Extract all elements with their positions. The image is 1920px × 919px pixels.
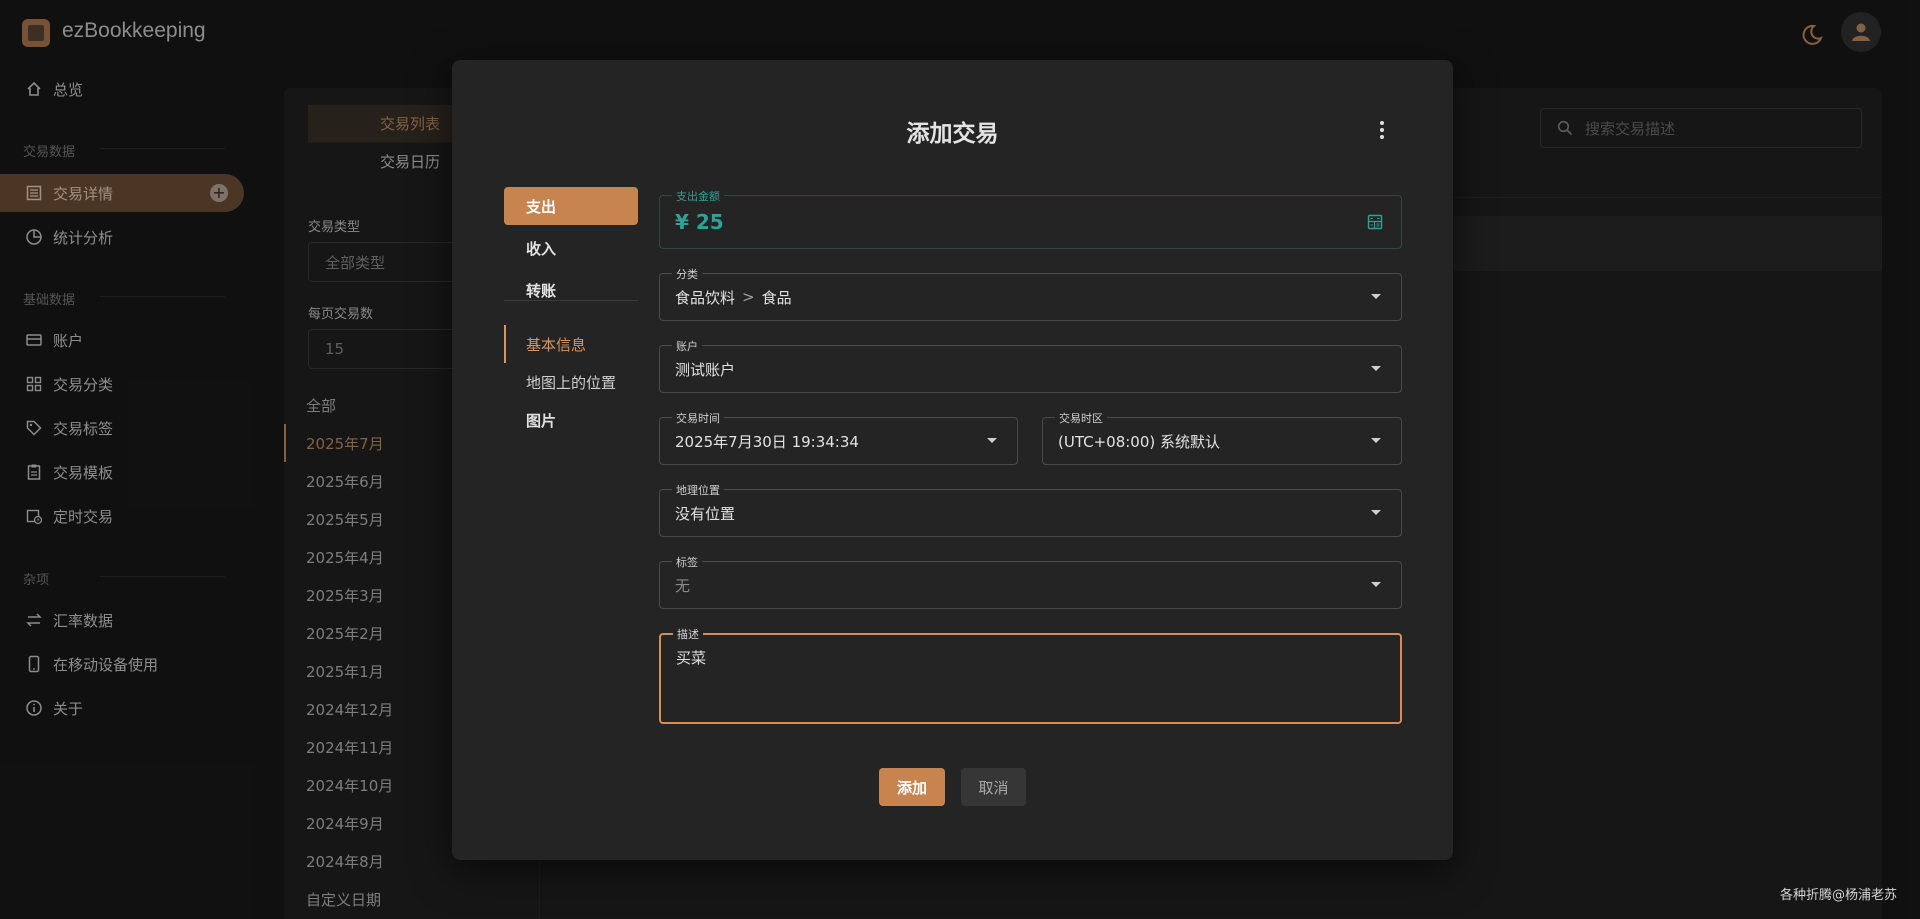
chevron-down-icon [1371,294,1381,299]
location-value: 没有位置 [675,504,736,523]
amount-value: ¥ 25 [675,210,724,234]
amount-field[interactable]: 支出金额 ¥ 25 [659,188,1402,249]
tags-select[interactable]: 标签 无 [659,554,1402,609]
chevron-down-icon [1371,438,1381,443]
tab-expense[interactable]: 支出 [504,187,638,225]
tab-map-location[interactable]: 地图上的位置 [504,363,638,401]
chevron-down-icon [1371,510,1381,515]
watermark-text: 各种折腾@杨浦老苏 [1780,888,1898,903]
chevron-down-icon [1371,366,1381,371]
description-value: 买菜 [676,649,707,667]
tab-basic-info[interactable]: 基本信息 [504,325,638,363]
chevron-down-icon [987,438,997,443]
timezone-select[interactable]: 交易时区 (UTC+08:00) 系统默认 [1042,410,1402,465]
tab-transfer[interactable]: 转账 [504,271,638,309]
location-select[interactable]: 地理位置 没有位置 [659,482,1402,537]
account-value: 测试账户 [675,360,736,379]
chevron-right-icon: > [742,288,755,306]
add-button[interactable]: 添加 [879,768,945,806]
description-textarea[interactable]: 描述 买菜 [659,626,1402,724]
tags-value: 无 [675,576,691,595]
tab-pictures[interactable]: 图片 [504,401,638,439]
cancel-button[interactable]: 取消 [961,768,1026,806]
field-label: 描述 [673,626,703,642]
more-options-icon[interactable] [1372,118,1392,142]
category-select[interactable]: 分类 食品饮料 > 食品 [659,266,1402,321]
dialog-title: 添加交易 [906,121,999,147]
account-select[interactable]: 账户 测试账户 [659,338,1402,393]
transaction-time-select[interactable]: 交易时间 2025年7月30日 19:34:34 [659,410,1018,465]
category-child: 食品 [761,288,792,307]
calculator-icon[interactable] [1367,214,1383,234]
chevron-down-icon [1371,582,1381,587]
category-parent: 食品饮料 [675,288,736,307]
add-transaction-dialog: 添加交易 支出 收入 转账 基本信息 地图上的位置 图片 支出金额 ¥ 25 分… [452,60,1453,860]
tab-income[interactable]: 收入 [504,229,638,267]
divider [504,300,638,301]
timezone-value: (UTC+08:00) 系统默认 [1058,432,1221,451]
category-value: 食品饮料 > 食品 [675,274,792,320]
transaction-time-value: 2025年7月30日 19:34:34 [675,432,859,451]
